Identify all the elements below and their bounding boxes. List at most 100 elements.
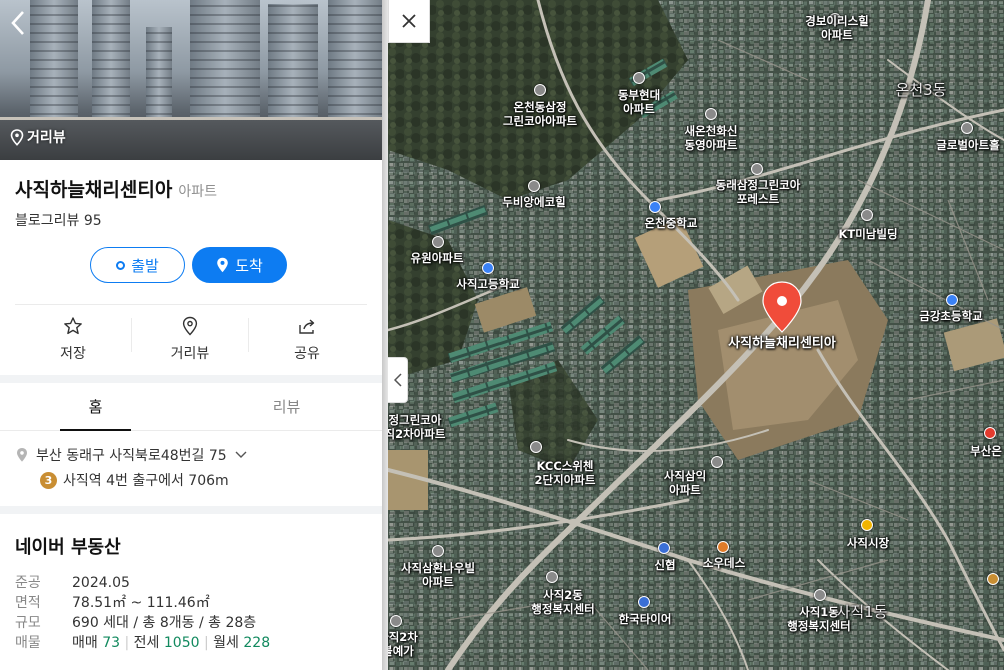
map-label[interactable]: 온천중학교	[645, 216, 698, 230]
streetview-button[interactable]: 거리뷰	[132, 316, 248, 364]
apartment-icon[interactable]	[534, 84, 546, 96]
map-label[interactable]: 소우데스	[703, 556, 745, 570]
building-icon[interactable]	[861, 209, 873, 221]
jeonse-count: 1050	[163, 635, 200, 651]
save-button[interactable]: 저장	[15, 316, 131, 364]
share-button[interactable]: 공유	[249, 316, 365, 364]
share-label: 공유	[294, 346, 320, 362]
section-gap	[0, 506, 382, 514]
sale-label: 매매	[72, 635, 98, 651]
place-title: 사직하늘채리센티아 아파트	[15, 175, 217, 202]
school-icon[interactable]	[482, 262, 494, 274]
map-label[interactable]: 사직2동 행정복지센터	[531, 588, 594, 616]
chevron-down-icon	[235, 451, 247, 458]
monthly-link[interactable]: 월세 228	[213, 635, 270, 651]
market-icon[interactable]	[861, 519, 873, 531]
map-label[interactable]: 새온천화신 동영아파트	[685, 124, 738, 152]
map-label[interactable]: 금강초등학교	[919, 309, 982, 323]
place-panel: 거리뷰 사직하늘채리센티아 아파트 블로그리뷰 95 출발 도착 저장 거리뷰	[0, 0, 382, 670]
sale-count: 73	[102, 635, 121, 651]
divider	[15, 304, 367, 305]
back-button[interactable]	[8, 8, 36, 42]
building-shape	[190, 0, 260, 122]
info-key: 면적	[15, 595, 41, 611]
subway-row: 3 사직역 4번 출구에서 706m	[40, 470, 229, 490]
map-label[interactable]: 동래삼정그린코아 포레스트	[716, 178, 801, 206]
subway-line-badge: 3	[40, 471, 57, 489]
subway-station-icon[interactable]	[987, 573, 999, 585]
apartment-icon[interactable]	[432, 545, 444, 557]
map-label[interactable]: KT미남빌딩	[838, 227, 897, 241]
listing-values: 매매 73 | 전세 1050 | 월세 228	[72, 635, 271, 651]
tab-review[interactable]: 리뷰	[191, 383, 382, 429]
map-label[interactable]: 신협	[654, 558, 675, 572]
arrive-button[interactable]: 도착	[192, 247, 287, 283]
realestate-title: 네이버 부동산	[15, 537, 121, 558]
bank-icon[interactable]	[984, 427, 996, 439]
school-icon[interactable]	[649, 201, 661, 213]
apartment-icon[interactable]	[432, 236, 444, 248]
map-label[interactable]: 사직고등학교	[456, 277, 519, 291]
info-row: 규모 690 세대 / 총 8개동 / 총 28층	[15, 613, 270, 633]
map-label[interactable]: 온천동삼정 그린코아아파트	[503, 100, 577, 128]
apartment-icon[interactable]	[711, 456, 723, 468]
collapse-panel-button[interactable]	[388, 357, 408, 403]
map-label[interactable]: 두비앙에코힐	[502, 195, 565, 209]
blog-review-count[interactable]: 블로그리뷰 95	[15, 210, 102, 230]
car-service-icon[interactable]	[638, 596, 650, 608]
share-icon	[299, 319, 315, 334]
building-shape	[268, 4, 318, 122]
monthly-count: 228	[243, 635, 271, 651]
map-label[interactable]: 부산은	[970, 444, 1002, 458]
map-label[interactable]: 유원아파트	[411, 251, 464, 265]
tab-home[interactable]: 홈	[0, 383, 191, 431]
apartment-icon[interactable]	[528, 180, 540, 192]
building-shape	[92, 0, 130, 122]
apartment-icon[interactable]	[705, 108, 717, 120]
info-key: 준공	[15, 575, 41, 591]
satellite-map[interactable]: 경보이리스힐 아파트 온천3동 동부현대 아파트 온천동삼정 그린코아아파트 새온천화…	[388, 0, 1004, 670]
map-label[interactable]: 글로벌아트홀	[936, 138, 999, 152]
close-button[interactable]	[388, 0, 430, 43]
building-icon[interactable]	[961, 122, 973, 134]
government-office-icon[interactable]	[814, 589, 826, 601]
map-canvas	[388, 0, 1004, 670]
building-shape	[328, 0, 382, 122]
government-office-icon[interactable]	[546, 571, 558, 583]
map-label[interactable]: 사직2차볼예가	[388, 630, 418, 658]
bank-icon[interactable]	[658, 542, 670, 554]
chevron-left-icon	[11, 11, 24, 35]
apartment-icon[interactable]	[530, 441, 542, 453]
address-row[interactable]: 부산 동래구 사직북로48번길 75	[15, 445, 248, 465]
map-label[interactable]: 사직삼익 아파트	[664, 469, 706, 497]
origin-dot-icon	[116, 260, 126, 270]
monthly-label: 월세	[213, 635, 239, 651]
map-label[interactable]: 정그린코아 직2차아파트	[388, 413, 445, 441]
selected-place-label[interactable]: 사직하늘채리센티아	[728, 337, 836, 351]
map-label[interactable]: 사직삼환나우빌 아파트	[401, 561, 475, 589]
start-button-label: 출발	[131, 256, 159, 275]
streetview-chip[interactable]: 거리뷰	[10, 126, 66, 148]
building-shape	[30, 0, 78, 122]
jeonse-link[interactable]: 전세 1050	[134, 635, 200, 651]
apartment-icon[interactable]	[633, 72, 645, 84]
sale-link[interactable]: 매매 73	[72, 635, 120, 651]
map-label[interactable]: 한국타이어	[619, 612, 672, 626]
chevron-left-icon	[393, 373, 402, 387]
star-icon	[64, 317, 82, 335]
info-value: 2024.05	[72, 575, 130, 591]
district-label: 온천3동	[895, 81, 947, 99]
map-label[interactable]: 사직시장	[847, 536, 889, 550]
start-button[interactable]: 출발	[90, 247, 185, 283]
map-label[interactable]: KCC스위첸 2단지아파트	[535, 459, 596, 487]
street-photo[interactable]: 거리뷰	[0, 0, 382, 160]
apartment-icon[interactable]	[751, 163, 763, 175]
school-icon[interactable]	[946, 294, 958, 306]
shop-icon[interactable]	[717, 541, 729, 553]
streetview-chip-label: 거리뷰	[27, 130, 66, 146]
map-label[interactable]: 동부현대 아파트	[618, 88, 660, 116]
building-shape	[146, 27, 172, 122]
info-key: 매물	[15, 635, 41, 651]
apartment-icon[interactable]	[390, 615, 402, 627]
map-label[interactable]: 경보이리스힐 아파트	[805, 14, 868, 42]
